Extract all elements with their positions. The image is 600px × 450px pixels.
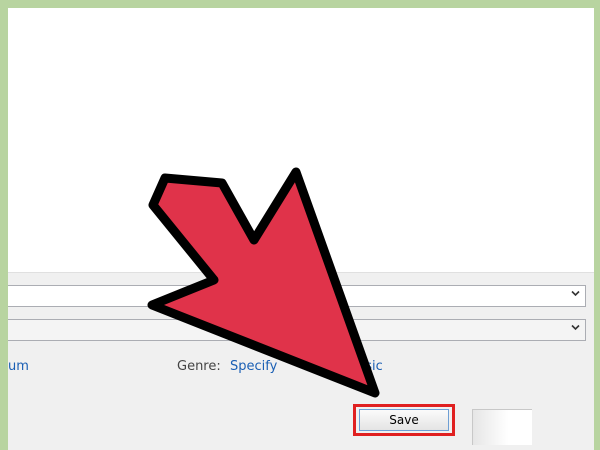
genre-value-link[interactable]: Specify bbox=[230, 359, 277, 374]
metadata-row: um Genre: Specify usic bbox=[8, 359, 594, 379]
save-button[interactable]: Save bbox=[359, 409, 449, 431]
genre-value-tail[interactable]: usic bbox=[357, 359, 383, 374]
genre-label: Genre: bbox=[177, 359, 221, 374]
screenshot-frame: um Genre: Specify usic Save bbox=[8, 8, 594, 450]
save-dialog: um Genre: Specify usic Save bbox=[8, 272, 594, 450]
cancel-button[interactable] bbox=[472, 409, 532, 445]
chevron-down-icon bbox=[571, 323, 580, 332]
chevron-down-icon bbox=[571, 289, 580, 298]
album-link[interactable]: um bbox=[8, 359, 29, 374]
filename-dropdown[interactable] bbox=[8, 285, 586, 307]
save-as-type-dropdown[interactable] bbox=[8, 319, 586, 341]
